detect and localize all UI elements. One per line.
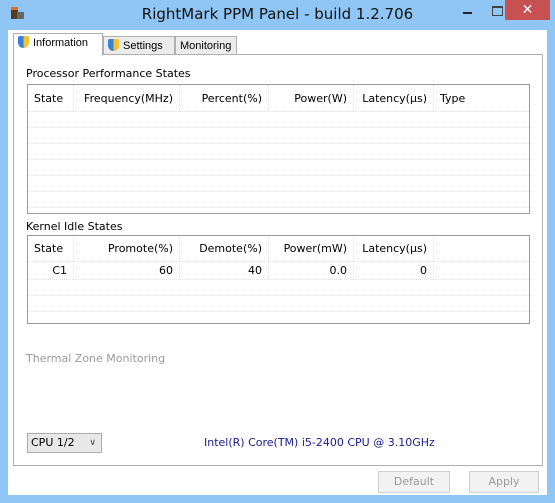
table-header: State Promote(%) Demote(%) Power(mW) Lat… xyxy=(28,236,529,262)
tab-label: Monitoring xyxy=(180,40,232,52)
cell-latency: 0 xyxy=(354,262,434,279)
apply-button[interactable]: Apply xyxy=(469,471,539,493)
thermal-title: Thermal Zone Monitoring xyxy=(26,352,166,365)
chevron-down-icon: ∨ xyxy=(89,438,96,448)
col-demote[interactable]: Demote(%) xyxy=(180,236,269,261)
minimize-button[interactable] xyxy=(455,0,483,20)
tab-monitoring[interactable]: Monitoring xyxy=(175,36,237,56)
table-row[interactable]: C1 60 40 0.0 0 xyxy=(28,262,529,280)
tab-information[interactable]: Information xyxy=(13,33,103,56)
col-power[interactable]: Power(W) xyxy=(269,85,354,111)
table-header: State Frequency(MHz) Percent(%) Power(W)… xyxy=(28,85,529,112)
shield-icon xyxy=(108,39,119,51)
cell-promote: 60 xyxy=(74,262,180,279)
cell-extra xyxy=(434,262,529,279)
close-button[interactable]: ✕ xyxy=(505,0,550,20)
col-type[interactable]: Type xyxy=(434,85,529,111)
cell-state: C1 xyxy=(28,262,74,279)
cpu-select-value: CPU 1/2 xyxy=(31,436,75,449)
kis-table[interactable]: State Promote(%) Demote(%) Power(mW) Lat… xyxy=(27,235,530,324)
kis-title: Kernel Idle States xyxy=(26,220,123,233)
col-frequency[interactable]: Frequency(MHz) xyxy=(74,85,180,111)
pps-title: Processor Performance States xyxy=(26,67,191,80)
col-extra xyxy=(434,236,529,261)
tab-settings[interactable]: Settings xyxy=(103,36,175,56)
information-panel: Processor Performance States State Frequ… xyxy=(13,54,543,466)
col-state[interactable]: State xyxy=(28,85,74,111)
cell-demote: 40 xyxy=(180,262,269,279)
col-latency[interactable]: Latency(µs) xyxy=(354,236,434,261)
tab-label: Information xyxy=(33,37,89,49)
col-state[interactable]: State xyxy=(28,236,74,261)
col-power[interactable]: Power(mW) xyxy=(269,236,354,261)
pps-table[interactable]: State Frequency(MHz) Percent(%) Power(W)… xyxy=(27,84,530,214)
col-latency[interactable]: Latency(µs) xyxy=(354,85,434,111)
tab-label: Settings xyxy=(123,40,163,52)
shield-icon xyxy=(18,36,29,48)
cell-power: 0.0 xyxy=(269,262,354,279)
cpu-name: Intel(R) Core(TM) i5-2400 CPU @ 3.10GHz xyxy=(204,436,435,449)
cpu-select[interactable]: CPU 1/2 ∨ xyxy=(27,433,102,453)
col-percent[interactable]: Percent(%) xyxy=(180,85,269,111)
col-promote[interactable]: Promote(%) xyxy=(74,236,180,261)
client-area: Information Settings Monitoring Processo… xyxy=(8,30,547,495)
default-button[interactable]: Default xyxy=(378,471,450,493)
